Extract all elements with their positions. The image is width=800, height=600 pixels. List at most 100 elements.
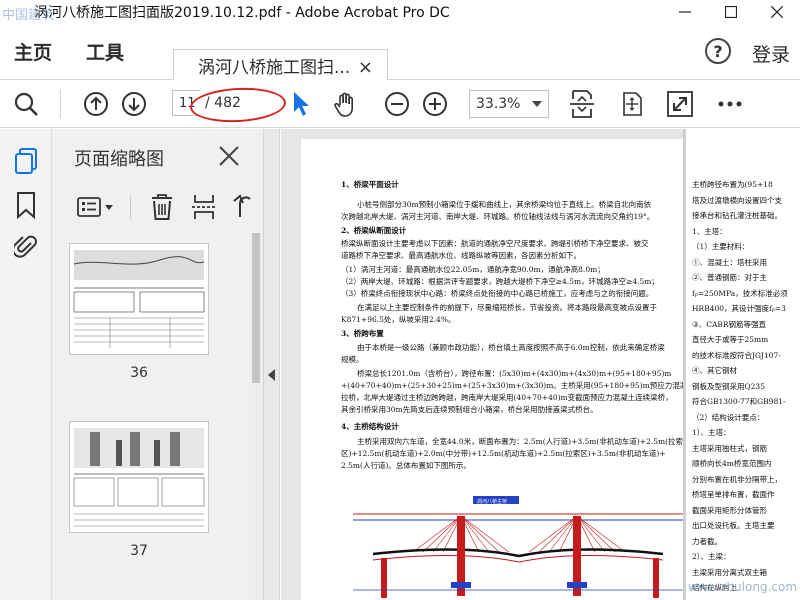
- plus-circle-icon: [423, 92, 447, 116]
- document-next-column: 主桥跨径布置为(95+18 塔及过渡墩横向设置四个支 接承台和钻孔灌注桩基础。 1、主…: [686, 129, 800, 600]
- document-text-line: ②、普通钢筋：对于主: [692, 273, 767, 282]
- list-options-icon: [77, 197, 113, 217]
- help-button[interactable]: ?: [705, 38, 731, 64]
- fit-page-icon: [570, 90, 594, 118]
- document-text-line: 接承台和钻孔灌注桩基础。: [692, 211, 782, 220]
- menu-home[interactable]: 主页: [14, 38, 52, 65]
- document-text-line: 道路桥下净空要求、最高通航水位、线路纵坡等因素，各因素分析如下。: [341, 251, 581, 260]
- minus-circle-icon: [385, 92, 409, 116]
- collapse-panel-icon[interactable]: [268, 369, 275, 381]
- document-text-line: （1）涡河主河道：最高通航水位22.05m，通航净宽90.0m，通航净高8.0m…: [341, 265, 605, 274]
- close-tab-icon[interactable]: ×: [358, 57, 373, 78]
- document-text-line: 其余引桥采用30m先简支后连续预制组合小箱梁，桥台采用肋接盖梁式桥台。: [341, 405, 598, 414]
- document-text-line: 主梁采用分离式双主箱: [692, 567, 767, 577]
- thumbnail-options-button[interactable]: [76, 193, 116, 221]
- document-text-line: 区)+12.5m(机动车道)+2.0m(中分带)+12.5m(机动车道)+2.5…: [341, 449, 666, 458]
- document-text-line: 桥塔呈单排布置，截面作: [692, 490, 775, 499]
- close-icon: [219, 146, 239, 166]
- close-panel-button[interactable]: [218, 145, 240, 167]
- document-text-line: 截面采用矩形分体管形: [692, 505, 767, 515]
- document-text-line: 小桩号侧部分30m预制小箱梁位于缓和曲线上，其余桥梁均位于直线上。桥梁自北向南依: [357, 200, 652, 209]
- document-text-line: 符合GB1300-77和GB981-: [692, 397, 786, 406]
- paperclip-icon: [14, 235, 37, 258]
- page-thumbnail[interactable]: [69, 243, 209, 355]
- login-button[interactable]: 登录: [752, 40, 790, 67]
- zoom-select[interactable]: 33.3%: [469, 90, 549, 118]
- arrow-down-circle-icon: [122, 92, 146, 116]
- document-text-line: 分别布置在机非分隔带上，: [692, 474, 782, 484]
- panel-splitter[interactable]: [264, 129, 280, 600]
- page-thumbnails-rail-button[interactable]: [12, 147, 40, 175]
- panel-toolbar: [52, 185, 264, 227]
- watermark-logo: 中国建筑: [2, 8, 55, 23]
- zoom-in-button[interactable]: [421, 90, 449, 118]
- zoom-out-button[interactable]: [383, 90, 411, 118]
- document-text-line: 塔及过渡墩横向设置四个支: [692, 195, 782, 205]
- rotate-icon: [233, 194, 251, 217]
- document-text-line: fₚ=250MPa，技术标准必须: [692, 288, 788, 298]
- title-bar: 中国建筑 涡河八桥施工图扫面版2019.10.12.pdf - Adobe Ac…: [0, 0, 800, 24]
- menu-tools[interactable]: 工具: [86, 38, 124, 65]
- document-text-line: ③、CABR钢筋等强直: [692, 319, 767, 329]
- thumbnail-scrollbar[interactable]: [249, 233, 263, 600]
- more-tools-button[interactable]: [716, 90, 744, 118]
- document-text-line: 主桥采用双向六车道，全宽44.0米，断面布置为：2.5m(人行道)+3.5m(非…: [357, 437, 684, 446]
- bookmarks-rail-button[interactable]: [12, 191, 40, 219]
- document-text-line: 1）、主塔：: [692, 428, 731, 437]
- navigation-rail: [0, 129, 52, 600]
- document-tab[interactable]: 涡河八桥施工图扫... ×: [173, 49, 388, 80]
- search-icon: [14, 92, 38, 116]
- document-text-line: （3）桥梁终点衔接现状中心路：桥梁终点处衔接的中心路已桥施工，应考虑与之的衔接问…: [341, 289, 654, 298]
- thumbnail-page-number: 37: [130, 543, 148, 559]
- scrollbar-thumb[interactable]: [252, 233, 260, 383]
- toolbar: 11 / 482 33.3%: [0, 80, 800, 128]
- pointer-arrow-icon: [294, 92, 309, 116]
- search-button[interactable]: [12, 90, 40, 118]
- toolbar-separator: [60, 90, 61, 118]
- document-text-line: 直径大于或等于25mm: [692, 335, 769, 344]
- minimize-button[interactable]: [662, 0, 708, 24]
- document-text-line: ④、其它钢材: [692, 366, 737, 375]
- hand-tool-button[interactable]: [332, 90, 360, 118]
- fit-page-button[interactable]: [568, 90, 596, 118]
- window-title: 涡河八桥施工图扫面版2019.10.12.pdf - Adobe Acrobat…: [34, 5, 450, 21]
- document-text-line: （2）结构设计要点：: [692, 412, 765, 422]
- document-heading: 4、主桥结构设计: [341, 422, 399, 431]
- page-total-label: / 482: [205, 95, 241, 111]
- document-text-line: 由于本桥是一级公路（兼顾市政功能），桥台填土高度按照不高于6.0m控制，依此来确…: [357, 343, 665, 352]
- close-icon: [771, 6, 783, 18]
- more-horizontal-icon: [718, 101, 742, 107]
- page-thumbnail-preview: [70, 244, 208, 354]
- page-thumbnail[interactable]: [69, 421, 209, 533]
- document-text-line: 桥梁纵断面设计主要考虑以下因素：航道的通航净空尺度要求、跨堤引桥桥下净空要求、被…: [341, 239, 649, 248]
- document-text-line: 2）、主梁：: [692, 552, 731, 561]
- hand-icon: [334, 92, 353, 117]
- rotate-page-button[interactable]: [618, 90, 646, 118]
- page-insert-icon: [192, 195, 216, 219]
- select-tool-button[interactable]: [286, 90, 314, 118]
- document-text-line: （2）两岸大堤、环城路：根据洪评专题要求，跨越大堤桥下净空≥4.5m，环城路净空…: [341, 277, 659, 286]
- close-window-button[interactable]: [754, 0, 800, 24]
- full-screen-button[interactable]: [666, 90, 694, 118]
- rotate-thumbnail-button[interactable]: [228, 193, 256, 221]
- menu-bar: 主页 工具 涡河八桥施工图扫... × ? 登录: [0, 24, 800, 80]
- page-thumbnail-preview: [70, 422, 208, 532]
- next-page-button[interactable]: [120, 90, 148, 118]
- document-heading: 2、桥梁纵断面设计: [341, 226, 407, 235]
- document-text-line: 出口处设托板。主塔主要: [692, 521, 775, 530]
- panel-toolbar-separator: [130, 195, 131, 219]
- trash-icon: [152, 194, 172, 220]
- thumbnail-page-number: 36: [130, 365, 148, 381]
- insert-page-button[interactable]: [190, 193, 218, 221]
- page-number-input[interactable]: 11: [172, 90, 200, 116]
- previous-page-button[interactable]: [82, 90, 110, 118]
- document-text-line: +(40+70+40)m+(25+30+25)m+(25+3x30)m+(3x3…: [341, 381, 701, 390]
- document-text-line: 主塔采用独柱式，钢筋: [692, 443, 767, 453]
- document-text-line: K871+96.5处，纵坡采用2.4%。: [341, 315, 456, 324]
- maximize-icon: [725, 6, 737, 18]
- maximize-button[interactable]: [708, 0, 754, 24]
- expand-icon: [667, 91, 693, 117]
- document-text-line: 规模。: [341, 355, 364, 364]
- delete-page-button[interactable]: [148, 193, 176, 221]
- attachments-rail-button[interactable]: [12, 233, 40, 261]
